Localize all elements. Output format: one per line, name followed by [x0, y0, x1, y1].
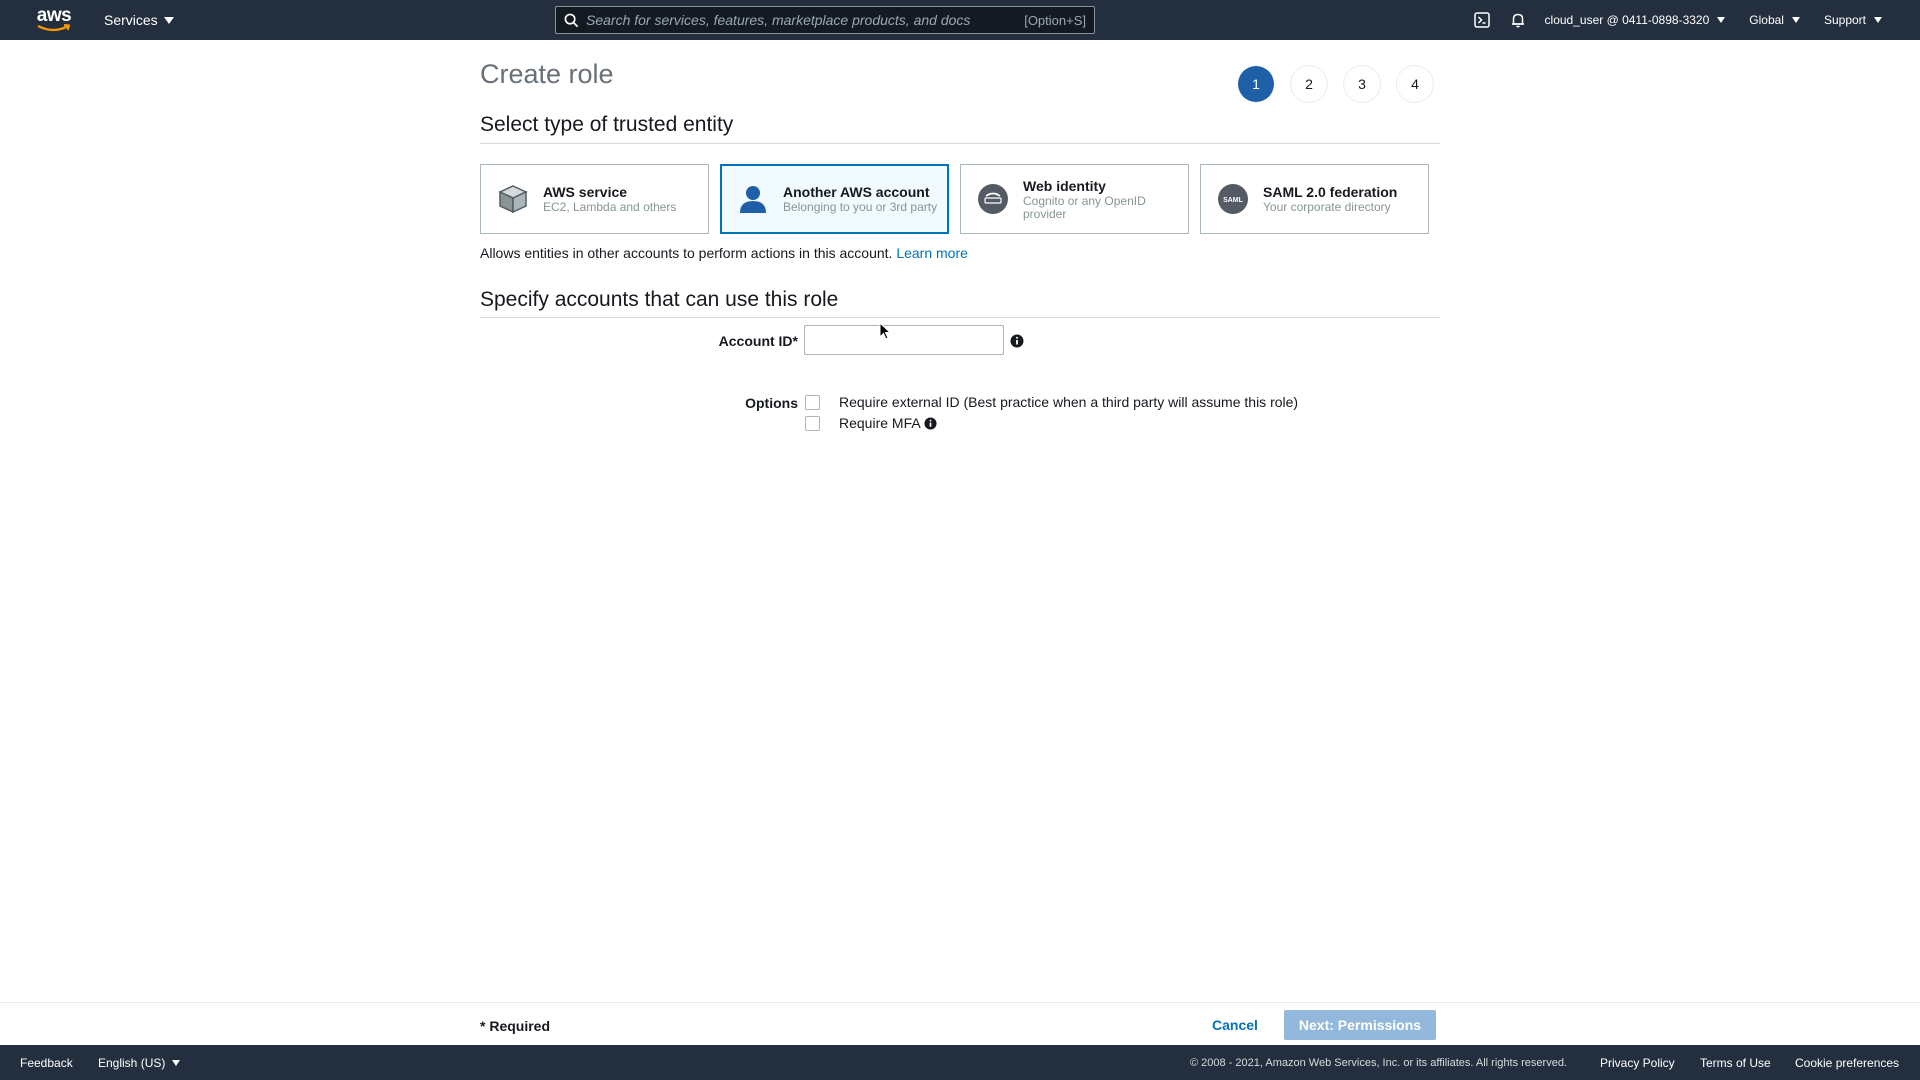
account-label: cloud_user @ 0411-0898-3320	[1544, 13, 1710, 27]
region-label: Global	[1749, 13, 1784, 27]
caret-down-icon	[163, 16, 174, 24]
require-mfa-option[interactable]: Require MFA	[805, 415, 937, 431]
entity-card-label: Web identity	[1023, 177, 1106, 194]
bell-icon[interactable]	[1509, 11, 1527, 29]
section-divider	[480, 143, 1440, 144]
step-2[interactable]: 2	[1291, 66, 1327, 102]
trusted-entity-heading: Select type of trusted entity	[480, 113, 734, 136]
caret-down-icon	[1717, 17, 1726, 23]
account-id-label: Account ID*	[718, 333, 798, 349]
copyright-text: © 2008 - 2021, Amazon Web Services, Inc.…	[1190, 1057, 1567, 1069]
aws-smile-icon	[37, 24, 71, 32]
top-navigation: aws Services [Option+S]	[0, 0, 1920, 40]
entity-card-label: Another AWS account	[783, 184, 930, 200]
account-menu[interactable]: cloud_user @ 0411-0898-3320	[1545, 13, 1726, 27]
entity-description: Allows entities in other accounts to per…	[480, 245, 968, 261]
cube-icon	[497, 183, 529, 215]
require-mfa-checkbox[interactable]	[805, 415, 820, 431]
entity-card-aws-service[interactable]: AWS service EC2, Lambda and others	[480, 164, 709, 234]
require-external-id-label: Require external ID (Best practice when …	[839, 394, 1299, 410]
user-icon	[737, 183, 769, 215]
svg-text:SAML: SAML	[1223, 197, 1244, 204]
caret-down-icon	[1874, 17, 1882, 23]
entity-card-sublabel: Your corporate directory	[1263, 200, 1391, 214]
language-selector[interactable]: English (US)	[98, 1056, 181, 1070]
step-4[interactable]: 4	[1397, 66, 1433, 102]
support-menu[interactable]: Support	[1824, 13, 1882, 27]
entity-card-web-identity[interactable]: Web identity Cognito or any OpenID provi…	[960, 164, 1189, 234]
info-icon[interactable]	[924, 416, 937, 430]
entity-card-label: SAML 2.0 federation	[1263, 184, 1398, 200]
accounts-heading: Specify accounts that can use this role	[480, 288, 839, 311]
entity-description-text: Allows entities in other accounts to per…	[480, 245, 893, 261]
language-label: English (US)	[98, 1056, 166, 1070]
required-note: * Required	[480, 1018, 551, 1034]
mouse-pointer-icon	[879, 322, 891, 340]
console-footer: Feedback English (US) © 2008 - 2021, Ama…	[0, 1045, 1920, 1080]
entity-card-sublabel: Cognito or any OpenID provider	[1023, 193, 1146, 221]
cookie-preferences-link[interactable]: Cookie preferences	[1795, 1056, 1899, 1070]
nav-right-group: cloud_user @ 0411-0898-3320 Global Suppo…	[1473, 0, 1920, 40]
entity-card-label: AWS service	[543, 184, 628, 200]
trusted-entity-options: AWS service EC2, Lambda and others Anoth…	[480, 164, 1429, 234]
openid-icon	[977, 183, 1009, 215]
services-menu[interactable]: Services	[104, 0, 174, 40]
region-menu[interactable]: Global	[1749, 13, 1800, 27]
account-id-input[interactable]	[804, 325, 1004, 355]
learn-more-link[interactable]: Learn more	[896, 245, 968, 261]
feedback-link[interactable]: Feedback	[20, 1056, 73, 1070]
page-title: Create role	[480, 59, 614, 89]
support-label: Support	[1823, 13, 1866, 27]
wizard-steps: 1 2 3 4	[1238, 66, 1433, 102]
require-external-id-option[interactable]: Require external ID (Best practice when …	[805, 394, 1298, 410]
step-1[interactable]: 1	[1238, 66, 1274, 102]
privacy-policy-link[interactable]: Privacy Policy	[1600, 1056, 1675, 1070]
aws-logo-text: aws	[36, 5, 72, 26]
require-external-id-checkbox[interactable]	[805, 394, 820, 410]
entity-card-sublabel: Belonging to you or 3rd party	[783, 200, 938, 214]
search-bar[interactable]: [Option+S]	[555, 6, 1095, 34]
wizard-action-bar: * Required Cancel Next: Permissions	[0, 1002, 1920, 1045]
entity-card-sublabel: EC2, Lambda and others	[543, 200, 677, 214]
cloudshell-icon[interactable]	[1473, 11, 1491, 29]
terms-of-use-link[interactable]: Terms of Use	[1700, 1056, 1771, 1070]
search-input[interactable]	[586, 12, 1025, 28]
step-3[interactable]: 3	[1344, 66, 1380, 102]
caret-down-icon	[1791, 17, 1800, 23]
options-label: Options	[745, 395, 798, 411]
saml-icon: SAML	[1217, 183, 1249, 215]
search-shortcut-hint: [Option+S]	[1024, 12, 1086, 28]
caret-down-icon	[172, 1060, 181, 1066]
info-icon[interactable]	[1010, 334, 1024, 348]
entity-card-saml-federation[interactable]: SAML SAML 2.0 federation Your corporate …	[1200, 164, 1429, 234]
next-permissions-button[interactable]: Next: Permissions	[1284, 1010, 1436, 1040]
search-icon	[556, 13, 586, 28]
services-label: Services	[104, 12, 158, 28]
cancel-button[interactable]: Cancel	[1204, 1011, 1266, 1039]
section-divider	[480, 317, 1440, 318]
entity-card-another-aws-account[interactable]: Another AWS account Belonging to you or …	[720, 164, 949, 234]
aws-logo[interactable]: aws	[34, 6, 74, 34]
require-mfa-label: Require MFA	[839, 415, 921, 431]
